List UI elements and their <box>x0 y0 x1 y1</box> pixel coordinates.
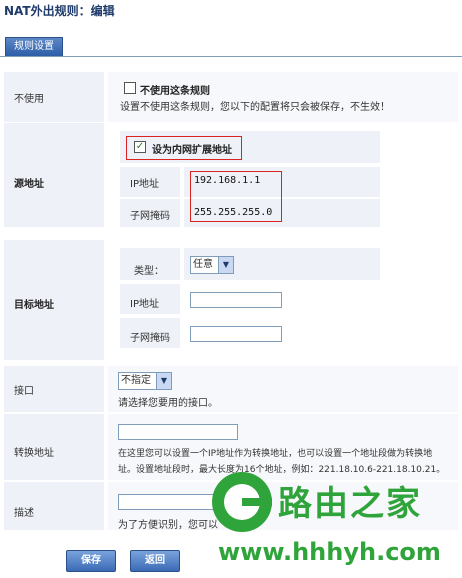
desc-label: 描述 <box>14 508 34 519</box>
extend-checkbox[interactable]: ✓ <box>134 141 146 153</box>
tab-bar: 规则设置 <box>0 36 462 57</box>
source-ip-input[interactable]: 192.168.1.1 <box>194 175 260 186</box>
source-label: 源地址 <box>14 179 44 190</box>
row-source: 源地址 ✓ 设为内网扩展地址 IP地址 192.168.1.1 子网掩码 255… <box>4 123 458 228</box>
convert-input[interactable] <box>118 424 238 440</box>
convert-label: 转换地址 <box>14 448 54 459</box>
dest-type-value: 任意 <box>193 259 213 270</box>
dest-mask-label: 子网掩码 <box>130 333 170 344</box>
unused-hint: 设置不使用这条规则，您以下的配置将只会被保存，不生效！ <box>120 102 390 113</box>
value-cell: 不指定 ▼ 请选择您要用的接口。 <box>108 366 458 413</box>
value-cell: 在这里您可以设置一个IP地址作为转换地址，也可以设置一个地址段做为转换地 址。设… <box>108 414 458 481</box>
label-cell: 目标地址 <box>4 240 104 361</box>
interface-select[interactable]: 不指定 ▼ <box>118 372 172 390</box>
dest-ip-label: IP地址 <box>130 299 159 310</box>
row-unused: 不使用 不使用这条规则 设置不使用这条规则，您以下的配置将只会被保存，不生效！ <box>4 72 458 123</box>
interface-value: 不指定 <box>121 375 151 386</box>
label-cell: 描述 <box>4 482 104 531</box>
value-cell: ✓ 设为内网扩展地址 IP地址 192.168.1.1 子网掩码 255.255… <box>108 123 458 228</box>
watermark-brand: 路由之家 <box>278 484 422 524</box>
check-icon: ✓ <box>135 141 145 152</box>
iface-label: 接口 <box>14 386 34 397</box>
convert-hint-1: 在这里您可以设置一个IP地址作为转换地址，也可以设置一个地址段做为转换地 <box>118 449 433 459</box>
save-button[interactable]: 保存 <box>66 550 116 572</box>
dest-type-label: 类型： <box>134 266 164 277</box>
extend-label: 设为内网扩展地址 <box>152 145 232 156</box>
page-title: NAT外出规则：编辑 <box>4 4 115 18</box>
dest-label: 目标地址 <box>14 300 54 311</box>
value-cell: 不使用这条规则 设置不使用这条规则，您以下的配置将只会被保存，不生效！ <box>108 72 458 123</box>
row-dest: 目标地址 类型： 任意 ▼ IP地址 子网掩码 <box>4 240 458 361</box>
value-cell: 类型： 任意 ▼ IP地址 子网掩码 <box>108 240 458 361</box>
dest-mask-input[interactable] <box>190 326 282 342</box>
unused-checkbox-label: 不使用这条规则 <box>140 86 210 97</box>
label-cell: 源地址 <box>4 123 104 228</box>
source-mask-input[interactable]: 255.255.255.0 <box>194 207 272 218</box>
watermark-url: www.hhhyh.com <box>218 538 441 566</box>
row-convert: 转换地址 在这里您可以设置一个IP地址作为转换地址，也可以设置一个地址段做为转换… <box>4 414 458 481</box>
chevron-down-icon: ▼ <box>218 257 233 273</box>
convert-hint-2: 址。设置地址段时，最大长度为16个地址，例如：221.18.10.6-221.1… <box>118 465 446 475</box>
unused-checkbox[interactable] <box>124 82 136 94</box>
tab-rule-settings[interactable]: 规则设置 <box>5 37 63 56</box>
chevron-down-icon: ▼ <box>156 373 171 389</box>
source-ip-label: IP地址 <box>130 179 159 190</box>
watermark-logo-icon <box>212 472 272 532</box>
dest-ip-input[interactable] <box>190 292 282 308</box>
dest-type-select[interactable]: 任意 ▼ <box>190 256 234 274</box>
unused-label: 不使用 <box>14 94 44 105</box>
back-button[interactable]: 返回 <box>130 550 180 572</box>
source-mask-label: 子网掩码 <box>130 211 170 222</box>
desc-hint: 为了方便识别，您可以 <box>118 520 218 531</box>
label-cell: 转换地址 <box>4 414 104 481</box>
label-cell: 不使用 <box>4 72 104 123</box>
iface-hint: 请选择您要用的接口。 <box>118 398 218 409</box>
row-interface: 接口 不指定 ▼ 请选择您要用的接口。 <box>4 366 458 413</box>
label-cell: 接口 <box>4 366 104 413</box>
